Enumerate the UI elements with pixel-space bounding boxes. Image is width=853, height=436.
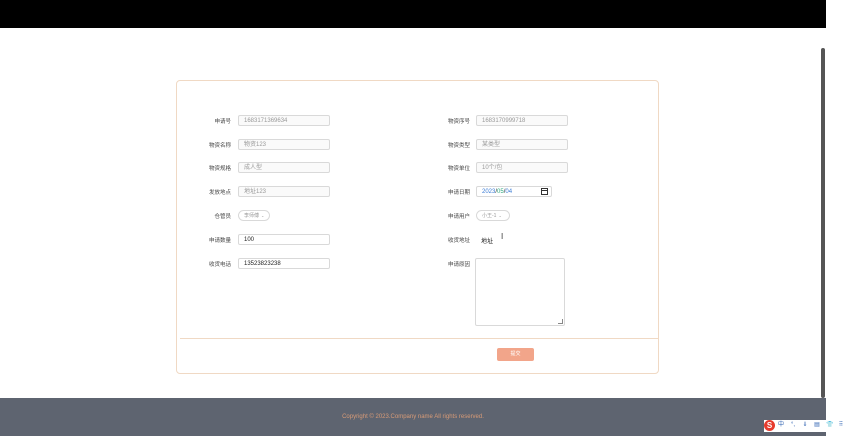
ime-toolbox-icon[interactable]: ⠿ bbox=[838, 422, 844, 429]
keeper-select[interactable]: 李师傅 ⌄ bbox=[238, 210, 270, 221]
material-unit-label: 物资单位 bbox=[447, 166, 470, 172]
material-spec-field[interactable]: 成人型 bbox=[238, 162, 330, 173]
material-unit-field[interactable]: 10个/包 bbox=[476, 162, 568, 173]
ime-voice-icon[interactable]: ⇓ bbox=[802, 422, 808, 429]
system-tray: S 中 °, ⇓ ▤ 👕 ⠿ bbox=[764, 420, 853, 432]
apply-qty-input[interactable]: 100 bbox=[238, 234, 330, 245]
date-year: 2023 bbox=[482, 189, 496, 195]
keeper-select-value: 李师傅 bbox=[244, 213, 260, 219]
ime-keyboard-icon[interactable]: ▤ bbox=[814, 422, 820, 429]
chevron-down-icon: ⌄ bbox=[261, 213, 265, 218]
apply-user-select[interactable]: 小王-1 ⌄ bbox=[476, 210, 510, 221]
ime-chinese-mode-icon[interactable]: 中 bbox=[778, 422, 784, 429]
keeper-label: 仓管员 bbox=[214, 214, 231, 220]
date-month: 05 bbox=[497, 189, 504, 195]
issue-place-field[interactable]: 地址123 bbox=[238, 186, 330, 197]
calendar-icon[interactable] bbox=[541, 188, 548, 195]
material-spec-label: 物资规格 bbox=[208, 166, 231, 172]
top-nav-bar bbox=[0, 0, 826, 28]
submit-button[interactable]: 提交 bbox=[497, 348, 534, 361]
material-type-field[interactable]: 某类型 bbox=[476, 139, 568, 150]
ime-punctuation-icon[interactable]: °, bbox=[790, 422, 796, 429]
receive-addr-label: 收货地址 bbox=[447, 238, 470, 244]
ime-skin-icon[interactable]: 👕 bbox=[826, 422, 833, 429]
sogou-ime-logo-icon[interactable]: S bbox=[764, 420, 775, 431]
page-scrollbar[interactable] bbox=[821, 48, 825, 398]
footer-copyright: Copyright © 2023.Company name All rights… bbox=[342, 414, 484, 420]
chevron-down-icon: ⌄ bbox=[498, 213, 502, 218]
material-no-field[interactable]: 1683170999718 bbox=[476, 115, 568, 126]
apply-reason-textarea[interactable] bbox=[475, 258, 565, 326]
apply-date-label: 申请日期 bbox=[447, 190, 470, 196]
apply-no-field[interactable]: 1683171369634 bbox=[238, 115, 330, 126]
receive-addr-input[interactable]: 地址 bbox=[481, 236, 493, 245]
apply-user-label: 申请用户 bbox=[447, 214, 470, 220]
apply-reason-label: 申请原因 bbox=[447, 262, 470, 268]
apply-qty-label: 申请数量 bbox=[208, 238, 231, 244]
receiver-phone-input[interactable]: 13523823238 bbox=[238, 258, 330, 269]
receiver-phone-label: 收货电话 bbox=[208, 262, 231, 268]
resize-grip-icon[interactable] bbox=[558, 319, 563, 324]
material-no-label: 物资序号 bbox=[447, 119, 470, 125]
text-cursor-icon: I bbox=[501, 232, 504, 241]
material-name-label: 物资名称 bbox=[208, 143, 231, 149]
material-type-label: 物资类型 bbox=[447, 143, 470, 149]
date-day: 04 bbox=[505, 189, 513, 195]
form-divider bbox=[180, 338, 658, 339]
material-name-field[interactable]: 物资123 bbox=[238, 139, 330, 150]
issue-place-label: 发放地点 bbox=[208, 190, 231, 196]
apply-no-label: 申请号 bbox=[214, 119, 231, 125]
apply-user-select-value: 小王-1 bbox=[482, 213, 497, 219]
